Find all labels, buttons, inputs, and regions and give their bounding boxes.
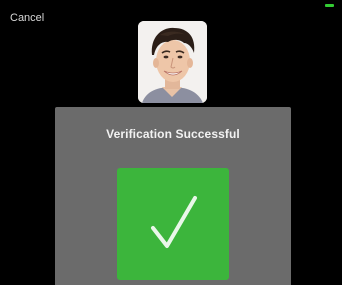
face-photo	[138, 21, 207, 103]
result-title: Verification Successful	[106, 127, 240, 141]
verification-screen: Cancel Verification Successful	[0, 0, 342, 285]
success-badge	[117, 168, 229, 280]
battery-indicator	[325, 4, 334, 7]
face-portrait-icon	[138, 21, 207, 103]
cancel-button[interactable]: Cancel	[10, 12, 44, 24]
checkmark-icon	[151, 196, 197, 248]
result-panel: Verification Successful	[55, 107, 291, 285]
